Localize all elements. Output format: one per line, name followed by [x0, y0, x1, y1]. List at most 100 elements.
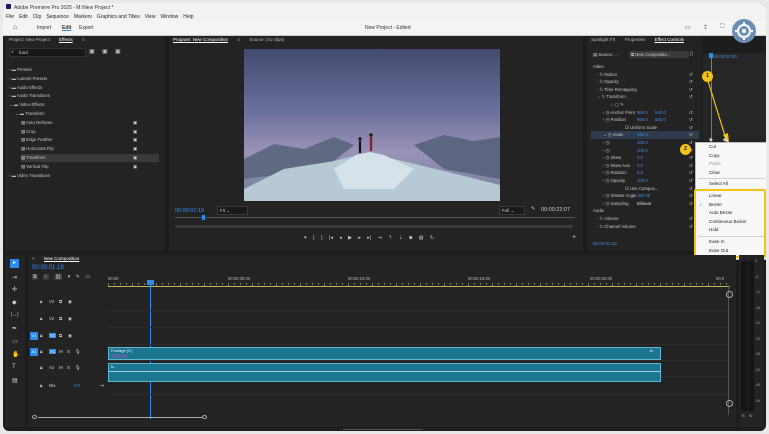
context-menu-item-paste[interactable]: Paste — [696, 160, 766, 169]
disclosure-icon[interactable]: › ◷ — [603, 148, 609, 153]
effect-control-row[interactable]: Audio — [591, 207, 699, 215]
menu-item-markers[interactable]: Markers — [74, 14, 92, 20]
mic-icon[interactable]: 🎙︎ — [75, 349, 81, 355]
effects-tree-item[interactable]: ▧ Vertical Flip ▣ — [21, 163, 159, 171]
quality-dropdown[interactable]: Full ⌄ — [499, 206, 525, 215]
disclosure-icon[interactable]: ⌄ fx — [597, 94, 606, 99]
effect-control-row[interactable]: › ◷ Anchor Point 960.0 540.0 ↺ — [591, 109, 699, 117]
tab-edit[interactable]: Edit — [62, 25, 71, 31]
mark-out-icon[interactable]: } — [321, 235, 323, 241]
source-patch-button[interactable]: A1 — [30, 348, 38, 356]
mask-tools-icon[interactable]: ○ ▢ ✎ — [611, 102, 624, 107]
property-value[interactable]: 100.0 — [637, 177, 648, 185]
track-header-v3[interactable]: 🔒︎ V3 ⧉ ◉ — [28, 297, 108, 309]
effect-control-row[interactable]: › ◷ Opacity 100.0 ↺ — [591, 177, 699, 185]
rectangle-icon[interactable]: ▭ — [12, 338, 18, 345]
snap-icon[interactable]: ∩ — [42, 274, 49, 280]
track-name[interactable]: V2 — [49, 316, 54, 321]
effect-control-row[interactable]: › ◷ Skew 0.0 ↺ — [591, 154, 699, 162]
program-ruler[interactable] — [175, 215, 575, 222]
property-value[interactable]: 122.0 — [637, 131, 648, 139]
effects-tree-item[interactable]: ▧ Horizontal Flip ▣ — [21, 145, 159, 153]
volume-line[interactable] — [109, 371, 660, 372]
disclosure-icon[interactable]: › ◷ — [603, 201, 611, 206]
fit-dropdown[interactable]: Fit ⌄ — [217, 206, 248, 215]
wrench-icon[interactable]: ✎ — [531, 206, 535, 212]
yuv-icon[interactable]: ▣ — [115, 48, 121, 55]
audio-clip[interactable]: fx — [108, 363, 661, 382]
mark-in-icon[interactable]: { — [313, 235, 315, 241]
effects-tree-item[interactable]: › ▬ Presets — [9, 66, 159, 74]
effect-control-row[interactable]: ☑ Uniform Scale ↺ — [591, 124, 699, 132]
new-bin-icon[interactable]: ▣ — [89, 48, 95, 55]
menu-item-help[interactable]: Help — [183, 14, 193, 20]
go-to-end-icon[interactable]: ⇥ — [100, 383, 104, 389]
vscroll-handle-bottom[interactable] — [726, 400, 733, 407]
menu-item-sequence[interactable]: Sequence — [46, 14, 69, 20]
tab-export[interactable]: Export — [79, 25, 93, 31]
context-menu-item-copy[interactable]: Copy — [696, 152, 766, 161]
work-area-bar[interactable] — [108, 286, 730, 287]
captions-icon[interactable]: ▭ — [85, 274, 90, 280]
tab-properties[interactable]: Properties — [625, 36, 646, 44]
effect-control-row[interactable]: › fx Time Remapping ↺ — [591, 86, 699, 94]
solo-icon[interactable]: S — [67, 349, 70, 354]
effect-control-row[interactable]: › ◷ Position 960.0 540.0 ↺ — [591, 116, 699, 124]
property-value[interactable]: 540.0 — [655, 116, 666, 124]
reset-icon[interactable]: ↺ — [689, 162, 693, 170]
playhead-handle[interactable] — [147, 280, 154, 285]
track-select-icon[interactable]: ⇥ — [12, 274, 17, 281]
source-patch-button[interactable]: V1 — [30, 332, 38, 340]
property-value[interactable]: 0.0 — [637, 169, 643, 177]
lock-icon[interactable]: 🔒︎ — [40, 365, 42, 370]
lock-icon[interactable]: 🔒︎ — [40, 333, 42, 338]
effects-tree-item[interactable]: ⌄ ▬ Video Effects — [9, 101, 159, 109]
property-value[interactable]: 960.0 — [637, 116, 648, 124]
menu-item-clip[interactable]: Clip — [33, 14, 42, 20]
solo-icon[interactable]: S — [67, 365, 70, 370]
export-frame-icon[interactable]: ◙ — [409, 235, 412, 241]
mute-icon[interactable]: M — [59, 365, 63, 370]
tab-spotlight[interactable]: Spotlight FX — [591, 36, 616, 44]
razor-icon[interactable]: ◆ — [12, 299, 17, 306]
search-input[interactable]: ⌕ fund — [9, 48, 86, 57]
effects-tree-item[interactable]: › ▬ Lumetri Presets — [9, 75, 159, 83]
track-header-a2[interactable]: 🔒︎ A2 M S 🎙︎ — [28, 363, 108, 375]
add-marker-icon[interactable]: ▾ — [304, 235, 307, 241]
lock-icon[interactable]: 🔒︎ — [40, 299, 42, 304]
go-to-out-icon[interactable]: ▸| — [367, 235, 371, 241]
linked-selection-icon[interactable]: ⛓ — [53, 274, 63, 280]
scroll-handle-right[interactable] — [202, 415, 207, 419]
solo-left-button[interactable]: S — [742, 413, 745, 418]
quick-export-icon[interactable]: ▭ — [685, 24, 691, 31]
property-value[interactable]: 180.00 — [637, 192, 650, 200]
hand-icon[interactable]: ✋ — [12, 351, 19, 358]
tab-sequence[interactable]: New Composition — [44, 255, 79, 263]
button-editor-icon[interactable]: + — [572, 234, 576, 241]
resize-handle[interactable] — [343, 429, 423, 430]
context-menu-item-cut[interactable]: Cut — [696, 143, 766, 152]
context-menu-item-select-all[interactable]: Select All — [696, 180, 766, 189]
toggle-timeline-icon[interactable]: ▯ — [690, 51, 693, 57]
effect-control-row[interactable]: Video — [591, 63, 699, 71]
disclosure-icon[interactable]: ⌄ ◷ — [603, 132, 613, 137]
track-name[interactable]: V1 — [49, 333, 57, 338]
effects-tree-item[interactable]: ▧ Transform ▣ — [21, 154, 159, 162]
reset-icon[interactable]: ↺ — [689, 192, 693, 200]
effects-tree-item[interactable]: › ▬ Video Transitions — [9, 172, 159, 180]
effects-tree-item[interactable]: ▧ Edge Feather ▣ — [21, 136, 159, 144]
pen-icon[interactable]: ✒ — [12, 325, 17, 332]
disclosure-icon[interactable]: › ◷ — [603, 193, 611, 198]
add-marker-icon[interactable]: ▾ — [68, 274, 71, 280]
effect-control-row[interactable]: › ◷ Rotation 0.0 ↺ — [591, 169, 699, 177]
gear-icon[interactable] — [732, 19, 756, 43]
solo-right-button[interactable]: S — [749, 413, 752, 418]
compare-icon[interactable]: ▤ — [419, 235, 424, 241]
go-to-in-icon[interactable]: |◂ — [329, 235, 333, 241]
sync-lock-icon[interactable]: ⧉ — [59, 299, 62, 304]
reset-icon[interactable]: ↺ — [689, 169, 693, 177]
property-value[interactable]: 100.0 — [637, 147, 648, 155]
property-value[interactable]: 100.0 — [637, 139, 648, 147]
slip-icon[interactable]: |↔| — [11, 312, 19, 318]
panel-menu-icon[interactable]: ≡ — [82, 36, 85, 44]
